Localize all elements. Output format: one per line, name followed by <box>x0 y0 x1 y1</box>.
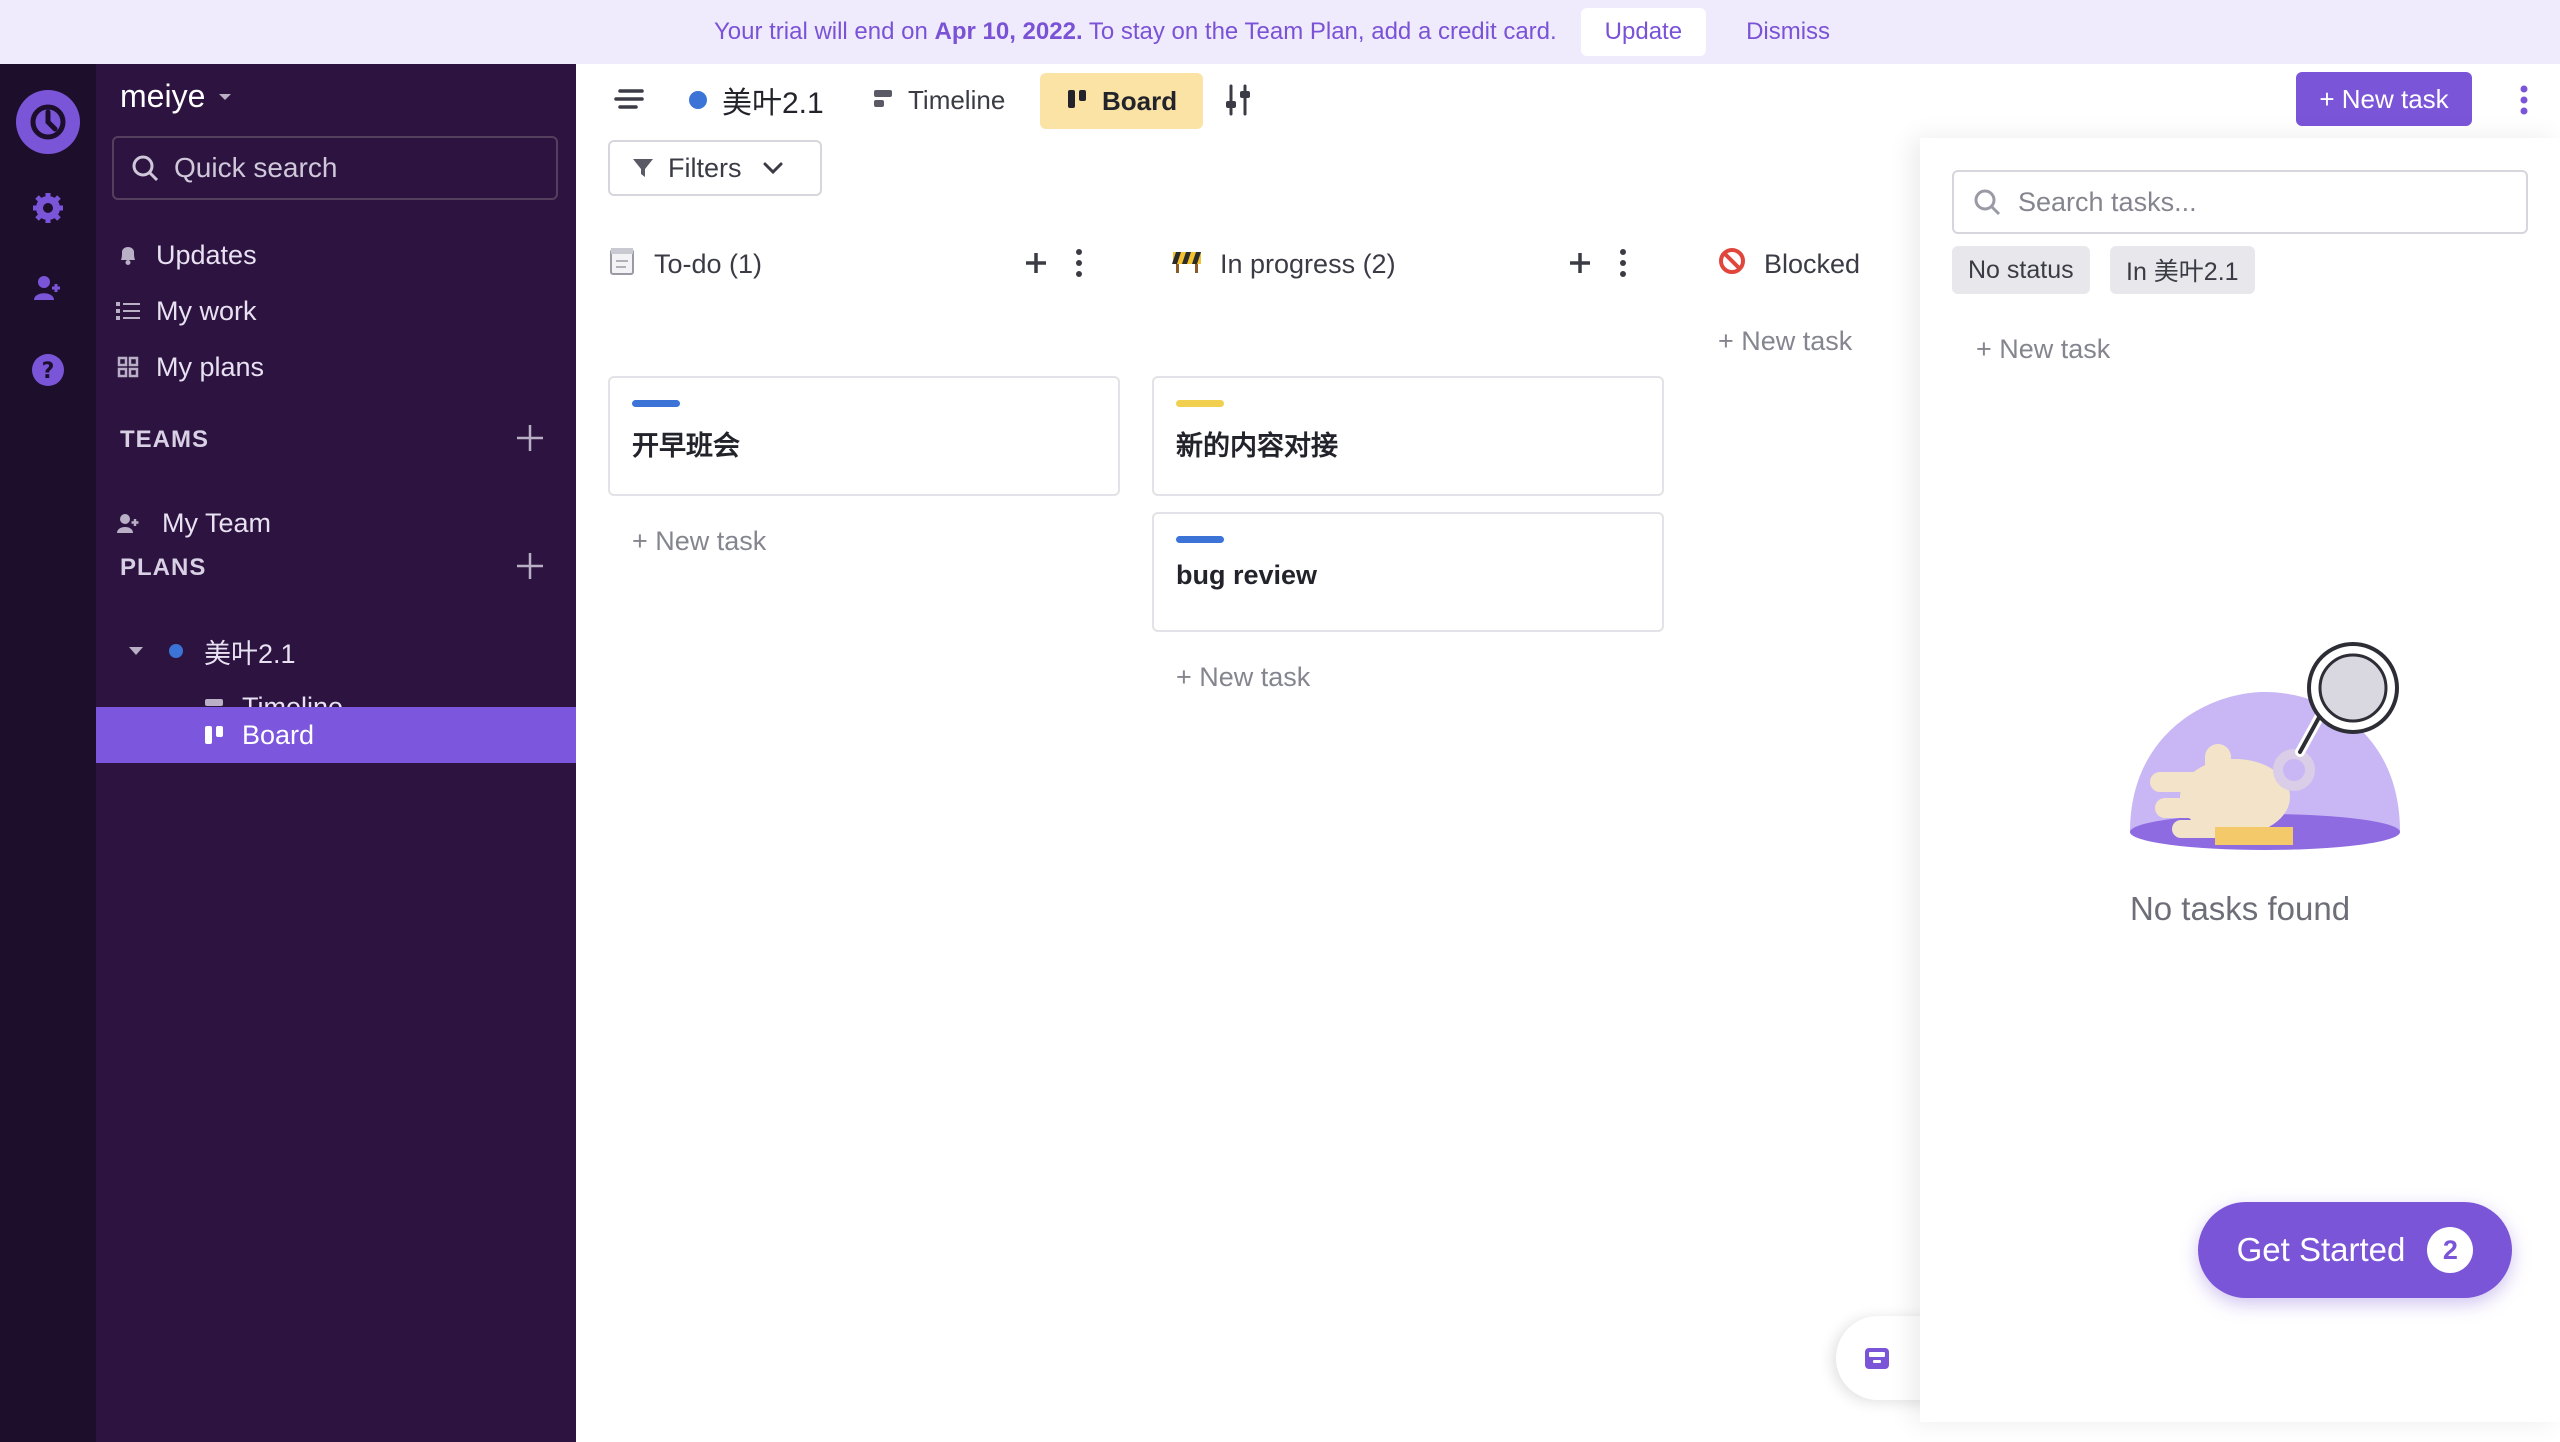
column-header: In progress (2) <box>1172 240 1396 288</box>
filter-icon <box>633 159 653 177</box>
list-icon <box>116 299 140 323</box>
column-title: In progress (2) <box>1220 248 1396 279</box>
board-icon <box>202 723 226 747</box>
grid-icon <box>116 355 140 379</box>
task-card[interactable]: 新的内容对接 <box>1152 376 1664 496</box>
app-rail: ? <box>0 64 96 1442</box>
teams-heading: TEAMS <box>120 426 209 453</box>
banner-text: Your trial will end on Apr 10, 2022. To … <box>713 18 1557 45</box>
svg-text:?: ? <box>42 359 55 384</box>
sidebar-item-my-work[interactable]: My work <box>116 283 257 339</box>
column-more-icon[interactable] <box>1618 248 1628 278</box>
caret-down-icon[interactable] <box>124 639 148 663</box>
add-team-plus-icon[interactable] <box>514 422 546 454</box>
sidebar-plan-board-active[interactable] <box>96 707 576 763</box>
add-card-plus-icon[interactable] <box>1568 251 1592 275</box>
caret-down-icon <box>219 93 232 100</box>
column-new-task-button[interactable]: + New task <box>632 526 766 557</box>
card-title: 新的内容对接 <box>1176 431 1338 461</box>
settings-gear-icon[interactable] <box>30 190 66 226</box>
quick-search-input[interactable]: Quick search <box>112 136 558 200</box>
card-color-bar <box>1176 536 1224 543</box>
filters-button[interactable]: Filters <box>608 140 822 196</box>
column-header: To-do (1) <box>608 240 762 288</box>
column-new-task-button[interactable]: + New task <box>1176 662 1310 693</box>
task-search-placeholder: Search tasks... <box>2018 186 2197 217</box>
chevron-down-icon <box>763 162 782 175</box>
card-color-bar <box>632 400 680 407</box>
card-color-bar <box>1176 400 1224 407</box>
trial-banner: Your trial will end on Apr 10, 2022. To … <box>0 0 2560 64</box>
team-icon <box>116 511 140 535</box>
plan-title[interactable]: 美叶2.1 <box>688 80 824 120</box>
empty-state-text: No tasks found <box>2129 890 2351 927</box>
bell-icon <box>116 243 140 267</box>
add-plan-plus-icon[interactable] <box>514 550 546 582</box>
sidebar: meiye Quick search Updates My work My pl… <box>96 64 576 1442</box>
add-card-plus-icon[interactable] <box>1024 251 1048 275</box>
timeline-icon <box>872 85 894 116</box>
more-options-icon[interactable] <box>2518 84 2530 121</box>
dismiss-button[interactable]: Dismiss <box>1730 8 1846 56</box>
get-started-button[interactable]: Get Started 2 <box>2198 1202 2512 1298</box>
search-icon <box>1974 189 2001 216</box>
panel-new-task-button[interactable]: + New task <box>1976 334 2110 365</box>
task-search-input[interactable]: Search tasks... <box>1952 170 2528 234</box>
inbox-toggle[interactable] <box>1836 1316 1932 1400</box>
sidebar-plan-meiye[interactable]: 美叶2.1 <box>124 623 296 679</box>
plan-color-dot <box>164 639 188 663</box>
column-header: Blocked <box>1718 240 1860 288</box>
help-icon[interactable]: ? <box>30 352 66 388</box>
sidebar-item-updates[interactable]: Updates <box>116 227 257 283</box>
plans-heading: PLANS <box>120 554 207 581</box>
board-icon <box>1066 86 1088 117</box>
notepad-icon <box>608 246 636 283</box>
tab-timeline[interactable]: Timeline <box>872 72 1005 128</box>
empty-state-illustration <box>2100 622 2400 862</box>
search-icon <box>132 155 159 182</box>
quick-search-placeholder: Quick search <box>174 152 338 183</box>
column-more-icon[interactable] <box>1074 248 1084 278</box>
column-title: Blocked <box>1764 248 1861 279</box>
task-card[interactable]: bug review <box>1152 512 1664 632</box>
board-column-todo: To-do (1) 开早班会 + New task <box>608 240 1120 570</box>
no-entry-icon <box>1718 247 1746 282</box>
update-button[interactable]: Update <box>1580 8 1707 56</box>
new-task-button[interactable]: + New task <box>2296 72 2472 126</box>
view-settings-sliders-icon[interactable] <box>1224 84 1252 121</box>
workspace-name: meiye <box>120 78 206 114</box>
card-title: 开早班会 <box>632 431 740 461</box>
collapse-sidebar-icon[interactable] <box>614 86 646 117</box>
task-card[interactable]: 开早班会 <box>608 376 1120 496</box>
get-started-count-badge: 2 <box>2427 1227 2474 1273</box>
people-icon[interactable] <box>30 270 66 306</box>
column-title: To-do (1) <box>654 248 763 279</box>
tab-board[interactable]: Board <box>1040 73 1204 129</box>
inbox-icon <box>1865 1348 1889 1369</box>
column-controls <box>1024 248 1084 278</box>
card-title: bug review <box>1176 560 1318 590</box>
board-column-in-progress: In progress (2) 新的内容对接 bug review + New … <box>1152 240 1664 710</box>
plan-color-dot <box>689 91 707 109</box>
workspace-switcher[interactable]: meiye <box>120 78 233 115</box>
sidebar-item-my-plans[interactable]: My plans <box>116 339 264 395</box>
chip-no-status[interactable]: No status <box>1952 246 2090 294</box>
chip-in-plan[interactable]: In 美叶2.1 <box>2110 246 2255 294</box>
construction-icon <box>1172 248 1202 281</box>
column-controls <box>1568 248 1628 278</box>
column-new-task-button[interactable]: + New task <box>1718 326 1852 357</box>
sidebar-plan-board[interactable]: Board <box>202 707 314 763</box>
sidebar-item-my-team[interactable]: My Team <box>116 495 271 551</box>
app-logo-icon[interactable] <box>16 90 80 154</box>
